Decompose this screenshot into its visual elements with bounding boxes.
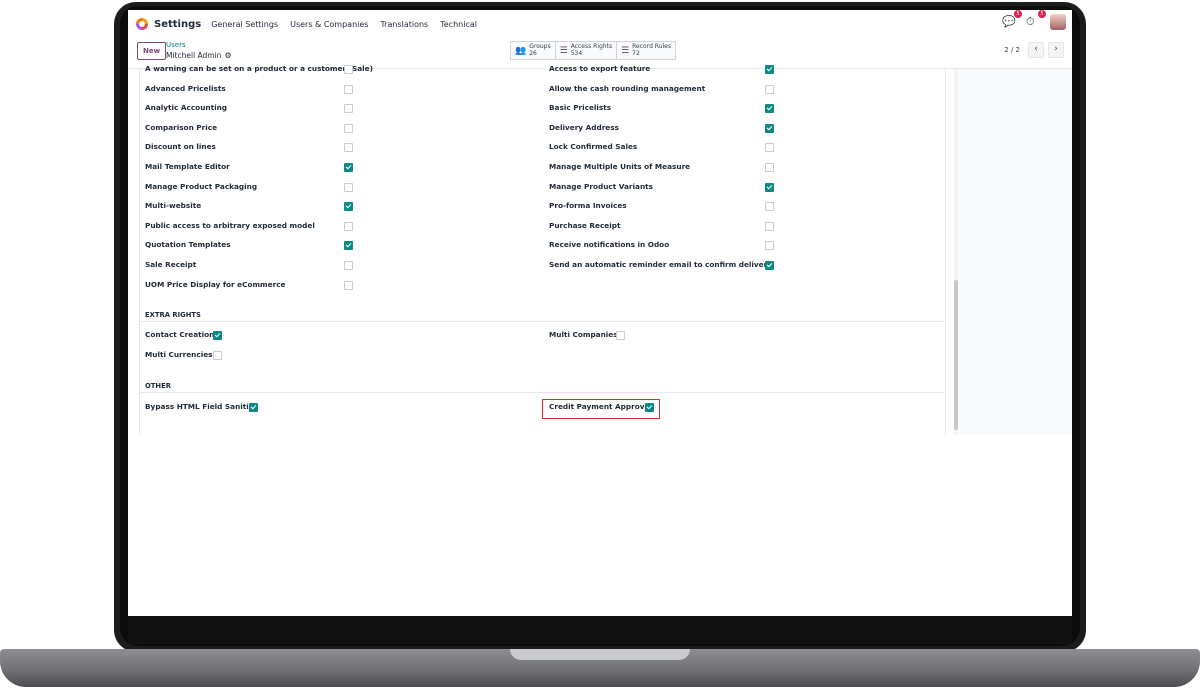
group-checkbox[interactable] — [765, 182, 774, 192]
previous-record-button[interactable]: ‹ — [1028, 42, 1044, 58]
messages-badge: 5 — [1014, 10, 1022, 18]
group-checkbox[interactable] — [344, 84, 353, 94]
group-checkbox[interactable] — [765, 202, 774, 212]
list-icon: ☰ — [621, 45, 630, 56]
extra-rights-title: EXTRA RIGHTS — [145, 311, 201, 319]
group-checkbox[interactable] — [765, 143, 774, 153]
top-navbar: Settings General Settings Users & Compan… — [128, 10, 1072, 39]
section-divider — [139, 392, 944, 393]
smart-buttons: 👥 Groups 26 ☰ Access Rights 534 ☰ Record R… — [510, 41, 676, 60]
group-checkbox[interactable] — [344, 123, 353, 133]
bypass-html-label: Bypass HTML Field Sanitize — [145, 402, 258, 411]
user-avatar[interactable] — [1050, 14, 1066, 30]
group-checkbox[interactable] — [344, 163, 353, 172]
group-label: Manage Product Variants — [549, 181, 653, 191]
group-checkbox[interactable] — [344, 221, 353, 231]
gear-icon[interactable]: ⚙ — [224, 51, 231, 60]
group-label: Pro-forma Invoices — [549, 201, 627, 211]
group-checkbox[interactable] — [344, 280, 353, 290]
menu-general-settings[interactable]: General Settings — [211, 20, 278, 29]
app-title[interactable]: Settings — [154, 19, 201, 30]
group-checkbox[interactable] — [765, 261, 774, 270]
access-rights-count: 534 — [570, 49, 583, 57]
next-record-button[interactable]: › — [1048, 42, 1064, 58]
menu-technical[interactable]: Technical — [440, 20, 477, 29]
group-label: Comparison Price — [145, 122, 218, 132]
group-label: Discount on lines — [145, 142, 216, 152]
menu-users-companies[interactable]: Users & Companies — [290, 20, 368, 29]
group-checkbox[interactable] — [344, 104, 353, 114]
multi-companies-label: Multi Companies — [549, 330, 618, 339]
group-label: Manage Product Packaging — [145, 181, 258, 191]
new-button[interactable]: New — [137, 42, 167, 60]
contact-creation-label: Contact Creation — [145, 330, 215, 339]
group-label: A warning can be set on a product or a c… — [145, 64, 373, 73]
form-sheet — [139, 69, 946, 435]
group-label: Mail Template Editor — [145, 162, 230, 171]
group-checkbox[interactable] — [765, 65, 774, 74]
group-checkbox[interactable] — [344, 241, 353, 251]
record-rules-count: 72 — [632, 49, 640, 57]
multi-companies-checkbox[interactable] — [616, 331, 625, 340]
group-label: Analytic Accounting — [145, 103, 227, 113]
contact-creation-checkbox[interactable] — [213, 331, 222, 340]
record-rules-smart-button[interactable]: ☰ Record Rules 72 — [617, 41, 676, 60]
chatter-pane — [958, 69, 1072, 435]
record-title: Mitchell Admin ⚙ — [166, 51, 232, 60]
group-label: Access to export feature — [549, 64, 651, 73]
pager-value[interactable]: 2 / 2 — [1004, 46, 1020, 54]
group-label: Multi-website — [145, 201, 202, 211]
group-checkbox[interactable] — [765, 241, 774, 251]
group-checkbox[interactable] — [344, 261, 353, 270]
activity-badge: 5 — [1038, 10, 1046, 18]
groups-smart-button[interactable]: 👥 Groups 26 — [510, 41, 556, 60]
group-label: Quotation Templates — [145, 240, 231, 250]
laptop-chin — [128, 616, 1072, 644]
group-label: Lock Confirmed Sales — [549, 142, 638, 152]
group-label: Public access to arbitrary exposed model — [145, 220, 315, 230]
group-label: Advanced Pricelists — [145, 83, 226, 93]
group-label: Delivery Address — [549, 122, 619, 132]
group-label: Manage Multiple Units of Measure — [549, 162, 691, 171]
group-checkbox[interactable] — [765, 104, 774, 114]
group-checkbox[interactable] — [765, 84, 774, 94]
group-checkbox[interactable] — [344, 182, 353, 192]
bypass-html-checkbox[interactable] — [249, 403, 258, 412]
menu-translations[interactable]: Translations — [380, 20, 428, 29]
group-label: UOM Price Display for eCommerce — [145, 279, 286, 289]
group-label: Receive notifications in Odoo — [549, 240, 670, 250]
group-label: Purchase Receipt — [549, 220, 621, 230]
laptop-notch — [510, 649, 690, 660]
section-divider — [139, 321, 944, 322]
group-label: Sale Receipt — [145, 260, 197, 269]
list-icon: ☰ — [559, 45, 568, 56]
group-checkbox[interactable] — [765, 163, 774, 172]
activity-clock-icon[interactable]: ⏱ 5 — [1026, 10, 1046, 29]
credit-payment-approval-checkbox[interactable] — [645, 403, 654, 412]
group-checkbox[interactable] — [765, 221, 774, 231]
group-label: Basic Pricelists — [549, 103, 612, 113]
credit-payment-approval-label: Credit Payment Approval — [549, 402, 652, 411]
multi-currencies-label: Multi Currencies — [145, 350, 213, 359]
group-checkbox[interactable] — [344, 65, 353, 74]
users-icon: 👥 — [515, 45, 527, 56]
access-rights-smart-button[interactable]: ☰ Access Rights 534 — [555, 41, 618, 60]
group-label: Allow the cash rounding management — [549, 83, 706, 93]
multi-currencies-checkbox[interactable] — [213, 351, 222, 360]
breadcrumb-users[interactable]: Users — [166, 41, 186, 49]
group-checkbox[interactable] — [344, 202, 353, 212]
record-name: Mitchell Admin — [166, 51, 222, 60]
pager: 2 / 2 ‹ › — [1004, 42, 1064, 58]
groups-count: 26 — [529, 49, 537, 57]
group-checkbox[interactable] — [765, 123, 774, 133]
messages-icon[interactable]: 💬 5 — [1002, 10, 1022, 29]
odoo-logo-icon[interactable] — [136, 18, 148, 30]
group-checkbox[interactable] — [344, 143, 353, 153]
other-title: OTHER — [145, 382, 171, 390]
screen: Settings General Settings Users & Compan… — [128, 10, 1072, 616]
group-label: Send an automatic reminder email to conf… — [549, 260, 772, 269]
